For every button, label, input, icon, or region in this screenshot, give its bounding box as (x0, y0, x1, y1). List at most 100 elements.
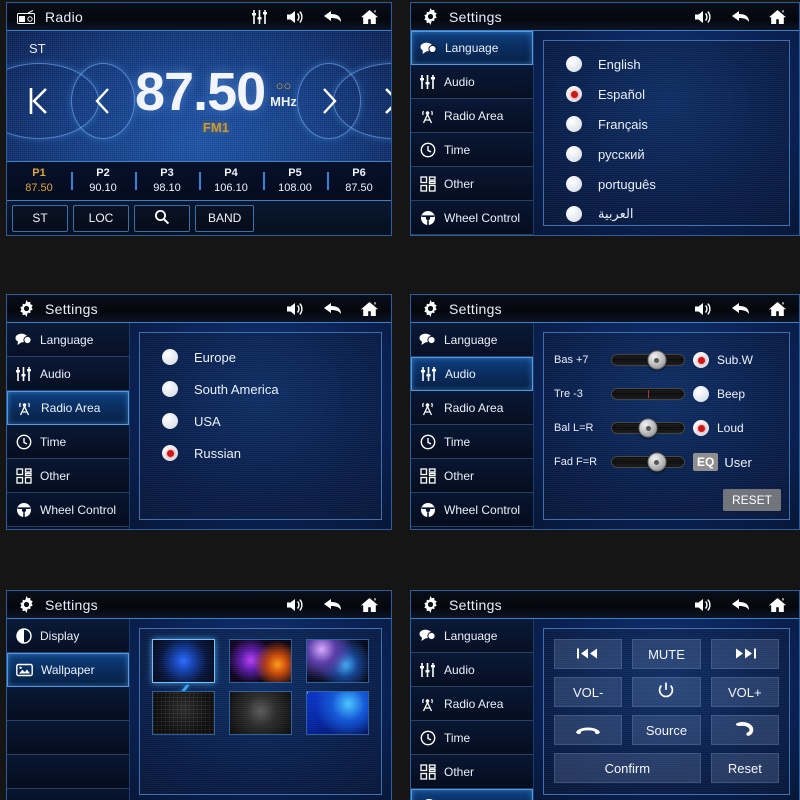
equalizer-icon[interactable] (251, 9, 268, 25)
loudness-toggle[interactable]: Loud (693, 411, 781, 445)
radio-area-option[interactable]: USA (162, 405, 381, 437)
radio-button-icon[interactable] (693, 386, 709, 402)
volume-icon[interactable] (286, 301, 305, 317)
audio-reset-button[interactable]: RESET (722, 489, 781, 511)
language-option[interactable]: português (566, 169, 789, 199)
preset-button[interactable]: P4 106.10 (199, 166, 263, 196)
dark-grid-wallpaper[interactable] (152, 691, 215, 735)
radio-button-icon[interactable] (162, 445, 178, 461)
sidebar-item-display[interactable]: Display (7, 619, 129, 653)
preset-button[interactable]: P3 98.10 (135, 166, 199, 196)
hangup-button[interactable] (554, 715, 623, 745)
radio-button-icon[interactable] (566, 146, 582, 162)
slider-knob[interactable] (647, 452, 667, 472)
blue-glow-wallpaper[interactable] (152, 639, 215, 683)
radio-button-icon[interactable] (162, 349, 178, 365)
radio-button-icon[interactable] (162, 381, 178, 397)
sidebar-item-time[interactable]: Time (411, 425, 533, 459)
seek-prev-end-button[interactable] (7, 63, 99, 139)
fader-slider[interactable] (611, 452, 685, 472)
sidebar-item-audio[interactable]: Audio (411, 357, 533, 391)
back-icon[interactable] (323, 301, 342, 316)
home-icon[interactable] (360, 597, 379, 613)
sidebar-item-wheel-control[interactable]: Wheel Control (411, 493, 533, 527)
sidebar-item-language[interactable]: Language (411, 323, 533, 357)
wallpaper-item[interactable] (152, 691, 215, 735)
sidebar-item-time[interactable]: Time (411, 721, 533, 755)
home-icon[interactable] (768, 597, 787, 613)
violet-blue-wallpaper[interactable] (306, 639, 369, 683)
home-icon[interactable] (360, 301, 379, 317)
scan-search-button[interactable] (134, 204, 190, 232)
home-icon[interactable] (360, 9, 379, 25)
sidebar-item-other[interactable]: Other (411, 167, 533, 201)
wallpaper-item[interactable] (306, 639, 369, 683)
prev-track-button[interactable] (554, 639, 623, 669)
volume-icon[interactable] (694, 597, 713, 613)
subwoofer-toggle[interactable]: Sub.W (693, 343, 781, 377)
tune-down-button[interactable] (71, 63, 135, 139)
radio-button-icon[interactable] (693, 420, 709, 436)
radio-button-icon[interactable] (566, 56, 582, 72)
radio-button-icon[interactable] (566, 176, 582, 192)
source-button[interactable]: Source (632, 715, 701, 745)
language-option[interactable]: العربية (566, 199, 789, 225)
treble-slider[interactable] (611, 388, 685, 400)
back-icon[interactable] (323, 9, 342, 24)
language-option[interactable]: русский (566, 139, 789, 169)
seek-next-end-button[interactable] (332, 63, 391, 139)
language-option[interactable]: English (566, 49, 789, 79)
sidebar-item-other[interactable]: Other (7, 459, 129, 493)
sidebar-item-language[interactable]: Language (411, 619, 533, 653)
home-icon[interactable] (768, 301, 787, 317)
confirm-button[interactable]: Confirm (554, 753, 701, 783)
preset-button[interactable]: P5 108.00 (263, 166, 327, 196)
bass-slider[interactable] (611, 350, 685, 370)
volume-icon[interactable] (286, 597, 305, 613)
blue-wave-wallpaper[interactable] (306, 691, 369, 735)
sidebar-item-audio[interactable]: Audio (411, 65, 533, 99)
back-icon[interactable] (323, 597, 342, 612)
wallpaper-item[interactable] (229, 639, 292, 683)
slider-knob[interactable] (638, 418, 658, 438)
sidebar-item-other[interactable]: Other (411, 755, 533, 789)
volume-down-button[interactable]: VOL- (554, 677, 623, 707)
radio-area-option[interactable]: South America (162, 373, 381, 405)
sidebar-item-radio-area[interactable]: Radio Area (411, 99, 533, 133)
preset-button[interactable]: P1 87.50 (7, 166, 71, 196)
beep-toggle[interactable]: Beep (693, 377, 781, 411)
volume-icon[interactable] (286, 9, 305, 25)
wallpaper-item[interactable] (306, 691, 369, 735)
volume-up-button[interactable]: VOL+ (710, 677, 779, 707)
sidebar-item-radio-area[interactable]: Radio Area (411, 391, 533, 425)
radio-area-option[interactable]: Europe (162, 341, 381, 373)
back-icon[interactable] (731, 597, 750, 612)
eq-selector[interactable]: EQ User (693, 445, 781, 479)
sidebar-item-time[interactable]: Time (411, 133, 533, 167)
wallpaper-item[interactable]: ✓ (152, 639, 215, 703)
neon-swirl-wallpaper[interactable] (229, 639, 292, 683)
wallpaper-item[interactable] (229, 691, 292, 735)
stereo-button[interactable]: ST (12, 204, 68, 232)
volume-icon[interactable] (694, 9, 713, 25)
grey-vignette-wallpaper[interactable] (229, 691, 292, 735)
sidebar-item-audio[interactable]: Audio (411, 653, 533, 687)
power-button[interactable] (632, 677, 701, 707)
preset-button[interactable]: P6 87.50 (327, 166, 391, 196)
local-button[interactable]: LOC (73, 204, 129, 232)
sidebar-item-audio[interactable]: Audio (7, 357, 129, 391)
language-option[interactable]: Français (566, 109, 789, 139)
sidebar-item-language[interactable]: Language (411, 31, 533, 65)
sidebar-item-time[interactable]: Time (7, 425, 129, 459)
sidebar-item-wallpaper[interactable]: Wallpaper (7, 653, 129, 687)
mute-button[interactable]: MUTE (632, 639, 701, 669)
radio-button-icon[interactable] (162, 413, 178, 429)
volume-icon[interactable] (694, 301, 713, 317)
radio-button-icon[interactable] (566, 206, 582, 222)
sidebar-item-radio-area[interactable]: Radio Area (411, 687, 533, 721)
back-icon[interactable] (731, 301, 750, 316)
sidebar-item-other[interactable]: Other (411, 459, 533, 493)
answer-button[interactable] (710, 715, 779, 745)
back-icon[interactable] (731, 9, 750, 24)
band-button[interactable]: BAND (195, 204, 255, 232)
